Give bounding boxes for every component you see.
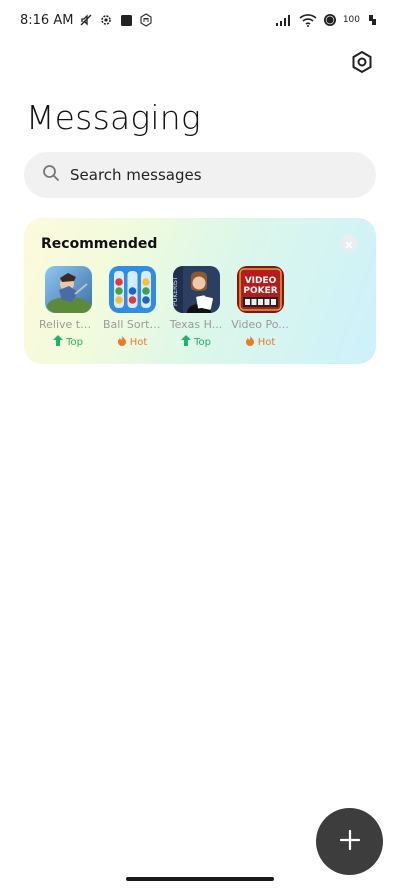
recommended-apps: Relive th... Top Ball Sort:... Hot POKER… [39, 266, 289, 349]
app-name: Relive th... [39, 318, 97, 331]
app-badge: Top [53, 335, 83, 349]
recommended-app[interactable]: Ball Sort:... Hot [103, 266, 161, 349]
app-icon-ball-sort [108, 266, 156, 313]
arrow-up-icon [53, 335, 64, 349]
svg-text:VIDEO: VIDEO [244, 276, 276, 286]
recommended-close-button[interactable] [340, 234, 358, 252]
flame-icon [117, 335, 127, 349]
recommended-title: Recommended [41, 236, 158, 252]
home-indicator[interactable] [126, 877, 274, 881]
arrow-up-icon [181, 335, 192, 349]
search-placeholder: Search messages [70, 166, 202, 184]
recommended-card: Recommended Relive th... Top Ball Sort:.… [24, 218, 376, 364]
app-icon-relive [44, 266, 92, 313]
battery-level: 100 [342, 15, 360, 25]
app-badge: Hot [245, 335, 276, 349]
app-badge: Hot [117, 335, 148, 349]
app-badge-label: Top [194, 336, 211, 348]
recommended-app[interactable]: POKERIST Texas H... Top [170, 266, 222, 349]
status-bar-left: 8:16 AM [20, 13, 153, 28]
status-bar-right: 100 [275, 13, 380, 27]
close-icon [345, 234, 353, 253]
mute-icon [79, 13, 93, 27]
battery-icon [323, 13, 337, 27]
recommended-app[interactable]: Relive th... Top [39, 266, 97, 349]
plus-icon [339, 829, 361, 855]
signal-icon [275, 13, 293, 27]
new-message-button[interactable] [316, 808, 383, 875]
svg-text:POKER: POKER [243, 286, 277, 296]
page-title: Messaging [26, 98, 201, 137]
search-icon [42, 164, 60, 186]
app-name: Video Po... [231, 318, 289, 331]
wifi-icon [299, 13, 317, 27]
fist-icon [366, 13, 380, 27]
flame-icon [245, 335, 255, 349]
app-badge-label: Hot [129, 336, 148, 348]
app-badge: Top [181, 335, 211, 349]
svg-text:POKERIST: POKERIST [173, 276, 179, 306]
mi-icon [139, 13, 153, 27]
app-name: Texas H... [169, 318, 223, 331]
search-input[interactable]: Search messages [24, 152, 376, 198]
status-time: 8:16 AM [20, 12, 74, 28]
app-icon-video-poker: VIDEO POKER [236, 266, 284, 313]
recommended-app[interactable]: VIDEO POKER Video Po... Hot [231, 266, 289, 349]
app-name: Ball Sort:... [103, 318, 161, 331]
app-badge-label: Hot [257, 336, 276, 348]
gear-icon [99, 13, 113, 27]
status-bar: 8:16 AM 100 [0, 0, 400, 40]
square-icon [119, 13, 133, 27]
app-icon-texas-holdem: POKERIST [172, 266, 220, 313]
app-badge-label: Top [66, 336, 83, 348]
settings-button[interactable] [348, 50, 376, 78]
settings-hexagon-icon [350, 50, 374, 78]
